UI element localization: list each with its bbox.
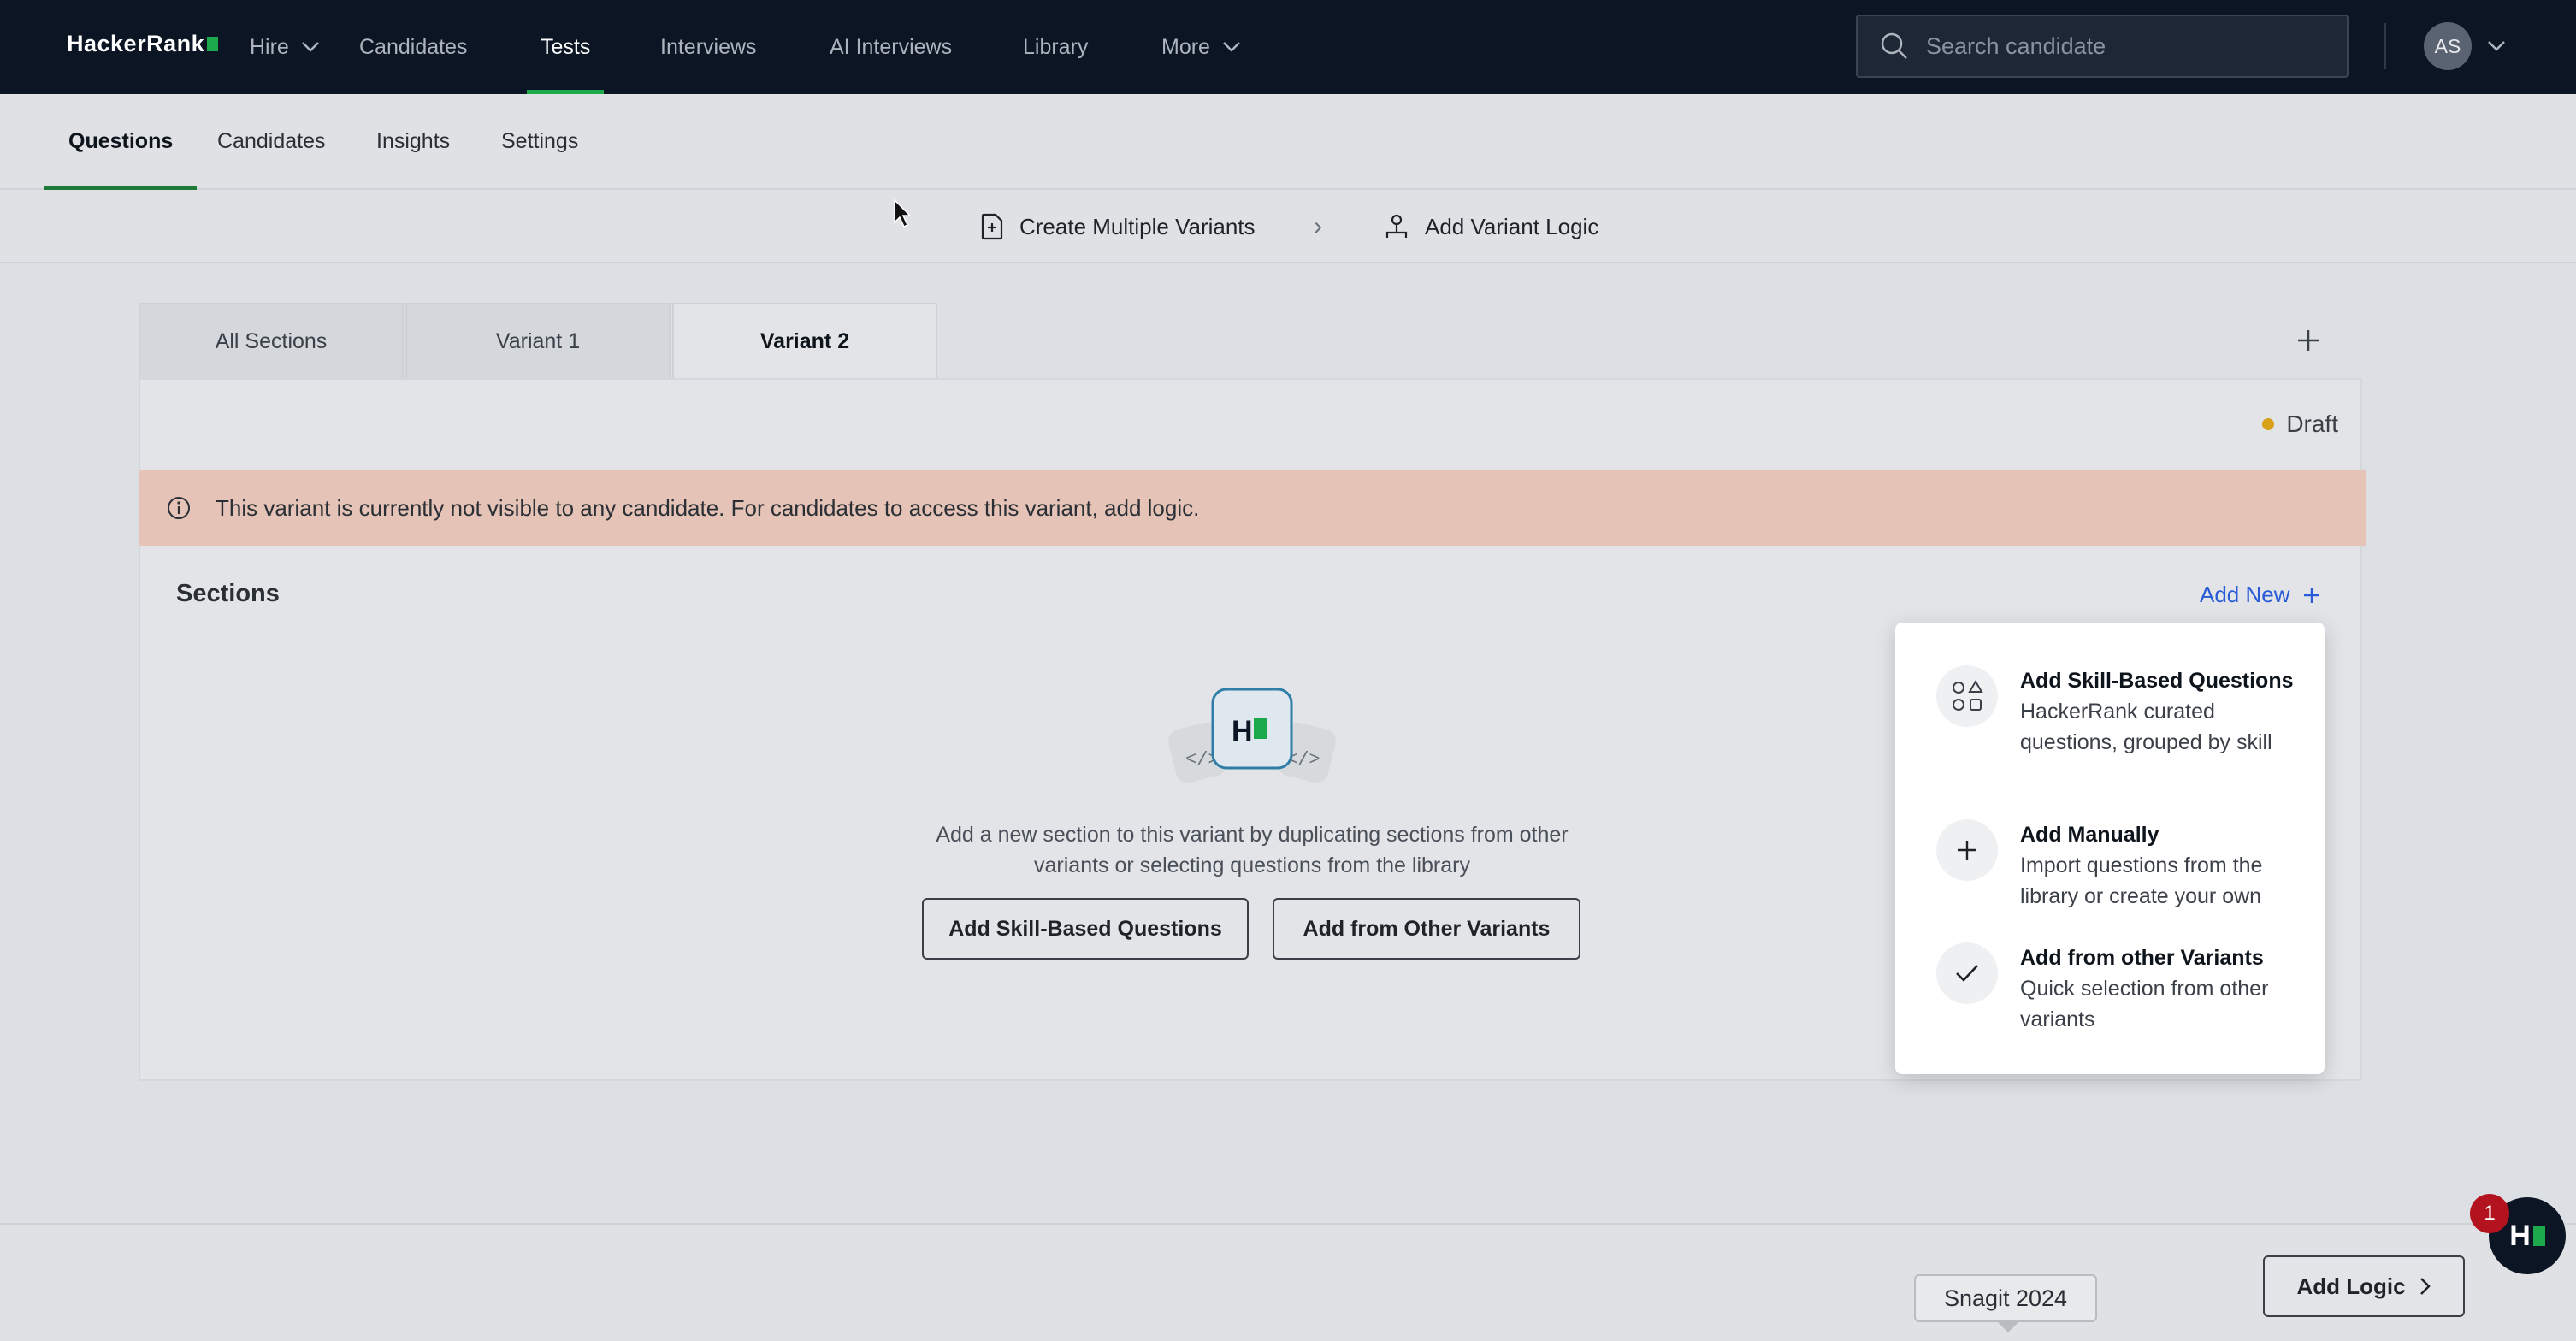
search-icon: [1881, 32, 1907, 59]
menu-item-add-skill-based-questions[interactable]: Add Skill-Based Questions HackerRank cur…: [1936, 665, 2295, 758]
menu-item-title: Add from other Variants: [2020, 946, 2264, 970]
nav-ai-interviews[interactable]: AI Interviews: [830, 0, 952, 94]
svg-text:H: H: [1232, 715, 1253, 747]
status-badge: Draft: [2262, 411, 2338, 438]
nav-more[interactable]: More: [1161, 0, 1241, 94]
tab-candidates[interactable]: Candidates: [217, 94, 325, 188]
tab-questions[interactable]: Questions: [44, 94, 198, 190]
logo-text: HackerRank: [67, 31, 205, 56]
nav-tests[interactable]: Tests: [526, 0, 605, 94]
info-icon: [166, 495, 192, 521]
add-new-dropdown-menu: Add Skill-Based Questions HackerRank cur…: [1895, 623, 2325, 1074]
menu-item-description: Import questions from the library or cre…: [2020, 854, 2263, 908]
nav-interviews-label: Interviews: [660, 34, 757, 59]
variant-toolbar: Create Multiple Variants › Add Variant L…: [0, 190, 2576, 263]
variant-tabs: All Sections Variant 1 Variant 2: [139, 303, 937, 378]
create-multiple-variants-button[interactable]: Create Multiple Variants: [980, 207, 1256, 246]
add-variant-logic-label: Add Variant Logic: [1425, 213, 1599, 239]
nav-ai-interviews-label: AI Interviews: [830, 34, 953, 59]
chevron-right-icon: [2419, 1278, 2431, 1295]
chat-fab-logo-square: [2532, 1226, 2545, 1246]
add-from-other-variants-button[interactable]: Add from Other Variants: [1273, 898, 1580, 960]
mouse-cursor-icon: [894, 198, 912, 228]
tab-all-sections-label: All Sections: [215, 328, 328, 353]
code-hackerrank-illustration: </> </> H: [1168, 688, 1336, 783]
add-variant-logic-button[interactable]: Add Variant Logic: [1384, 207, 1598, 246]
snagit-tooltip: Snagit 2024: [1914, 1274, 2097, 1332]
tab-insights-label: Insights: [376, 128, 451, 153]
user-menu[interactable]: AS: [2424, 22, 2506, 70]
plus-icon: [2303, 587, 2319, 603]
chevron-down-icon: [2488, 41, 2505, 51]
nav-hire[interactable]: Hire: [250, 0, 320, 94]
nav-candidates[interactable]: Candidates: [359, 0, 467, 94]
logic-tree-icon: [1385, 214, 1408, 238]
tab-questions-label: Questions: [68, 128, 174, 153]
plus-icon: [1936, 819, 1998, 881]
tab-all-sections[interactable]: All Sections: [139, 303, 404, 378]
chevron-down-icon: [1223, 42, 1240, 52]
tab-variant-2[interactable]: Variant 2: [672, 303, 937, 378]
nav-tests-label: Tests: [541, 34, 591, 59]
tab-insights[interactable]: Insights: [376, 94, 450, 188]
status-label: Draft: [2286, 411, 2338, 437]
tab-variant-2-label: Variant 2: [759, 328, 850, 353]
nav-library-label: Library: [1023, 34, 1089, 59]
nav-divider: [2384, 23, 2386, 69]
chevron-right-icon: ›: [1314, 212, 1322, 240]
add-logic-button[interactable]: Add Logic: [2263, 1255, 2465, 1317]
tab-variant-1[interactable]: Variant 1: [405, 303, 671, 378]
nav-more-label: More: [1161, 34, 1210, 59]
shapes-icon: [1936, 665, 1998, 727]
sections-heading: Sections: [176, 580, 280, 607]
chevron-down-icon: [301, 42, 319, 52]
search-input[interactable]: [1926, 32, 2319, 60]
create-multiple-variants-label: Create Multiple Variants: [1019, 213, 1256, 239]
menu-item-title: Add Manually: [2020, 823, 2159, 847]
menu-item-description: HackerRank curated questions, grouped by…: [2020, 700, 2272, 754]
menu-item-add-manually[interactable]: Add Manually Import questions from the l…: [1936, 819, 2295, 912]
empty-state-text: Add a new section to this variant by dup…: [936, 823, 1569, 877]
tab-settings-label: Settings: [501, 128, 579, 153]
notification-badge: 1: [2470, 1194, 2509, 1233]
add-file-icon: [981, 213, 1003, 240]
top-navigation-bar: HackerRank Hire Candidates Tests Intervi…: [0, 0, 2576, 94]
tab-candidates-label: Candidates: [217, 128, 326, 153]
tab-variant-1-label: Variant 1: [495, 328, 581, 353]
search-box[interactable]: [1856, 15, 2349, 78]
menu-item-description: Quick selection from other variants: [2020, 977, 2269, 1031]
add-new-label: Add New: [2200, 582, 2290, 607]
add-variant-plus-icon[interactable]: [2295, 325, 2321, 361]
nav-candidates-label: Candidates: [359, 34, 468, 59]
hackerrank-logo[interactable]: HackerRank: [67, 31, 219, 57]
add-logic-label: Add Logic: [2296, 1273, 2406, 1299]
add-skill-based-questions-button[interactable]: Add Skill-Based Questions: [922, 898, 1249, 960]
menu-item-add-from-other-variants[interactable]: Add from other Variants Quick selection …: [1936, 942, 2295, 1035]
chat-fab-logo: H: [2509, 1219, 2531, 1252]
avatar: AS: [2424, 22, 2472, 70]
add-new-button[interactable]: Add New: [2200, 582, 2321, 608]
banner-text: This variant is currently not visible to…: [216, 494, 1200, 521]
tab-settings[interactable]: Settings: [501, 94, 578, 188]
footer-bar: [0, 1223, 2576, 1341]
check-icon: [1936, 942, 1998, 1004]
nav-hire-label: Hire: [250, 34, 289, 59]
nav-interviews[interactable]: Interviews: [660, 0, 757, 94]
draft-status-dot: [2262, 418, 2275, 430]
nav-library[interactable]: Library: [1023, 0, 1088, 94]
visibility-warning-banner: This variant is currently not visible to…: [139, 470, 2366, 546]
logo-square: [207, 37, 219, 51]
menu-item-title: Add Skill-Based Questions: [2020, 669, 2294, 693]
test-sub-navigation: Questions Candidates Insights Settings: [0, 94, 2576, 190]
